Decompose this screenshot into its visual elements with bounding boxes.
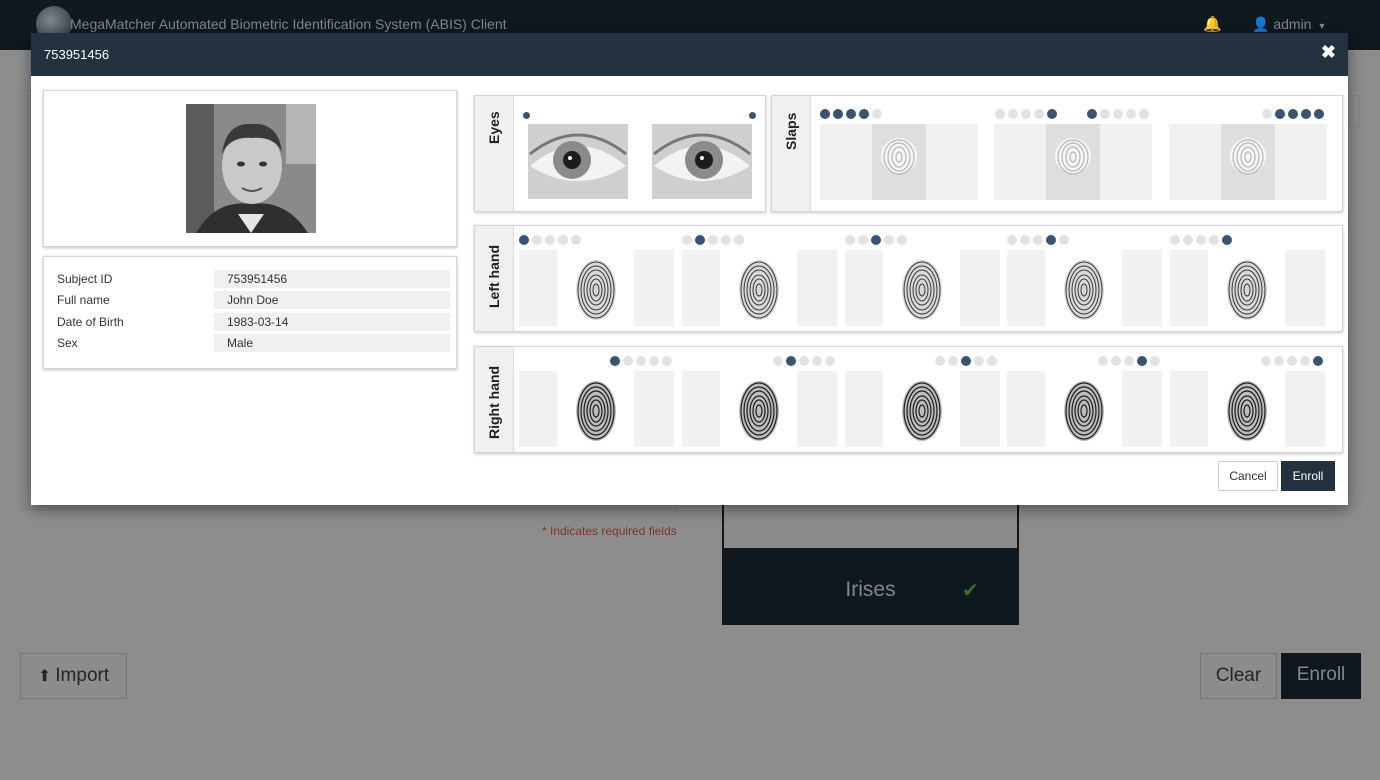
info-row-date-of-birth: Date of Birth 1983-03-14 [44, 312, 456, 332]
fingerprint-icon [1055, 138, 1091, 175]
info-row-sex: Sex Male [44, 333, 456, 353]
right-hand-panel-label: Right hand [475, 347, 514, 452]
left-index-image[interactable] [682, 250, 837, 326]
left-hand-panel-label: Left hand [475, 226, 514, 331]
left-little-image[interactable] [1170, 250, 1325, 326]
required-fields-note: * Indicates required fields [542, 524, 677, 538]
enroll-button[interactable]: Enroll [1281, 461, 1335, 491]
modal-title: 753951456 [44, 47, 110, 62]
right-eye-image[interactable] [652, 124, 752, 199]
fingerprint-icon [902, 381, 942, 441]
info-label: Sex [57, 336, 78, 350]
subject-photo [186, 104, 316, 233]
user-icon: 👤 [1252, 16, 1270, 32]
eye-graphic [652, 124, 752, 199]
eyes-panel-label: Eyes [475, 96, 514, 211]
eyes-label: Eyes [486, 111, 502, 144]
right-index-indicator [773, 356, 835, 366]
fingerprint-icon [902, 260, 942, 320]
slaps-label: Slaps [783, 112, 799, 150]
right-hand-label: Right hand [486, 365, 502, 439]
fingerprint-icon [576, 381, 616, 441]
left-thumb-image[interactable] [519, 250, 674, 326]
left-middle-indicator [845, 235, 907, 245]
bell-icon[interactable]: 🔔 [1203, 15, 1222, 33]
slap-right-indicator [1262, 109, 1324, 119]
slap-thumbs-indicator-a [995, 109, 1057, 119]
user-name: admin [1273, 16, 1312, 32]
right-little-indicator [1261, 356, 1323, 366]
info-label: Subject ID [57, 272, 113, 286]
left-thumb-indicator [519, 235, 581, 245]
fingerprint-icon [1230, 138, 1266, 175]
info-label: Date of Birth [57, 315, 124, 329]
slaps-panel-label: Slaps [772, 96, 811, 211]
cancel-button[interactable]: Cancel [1218, 461, 1278, 491]
left-hand-panel: Left hand [474, 225, 1343, 332]
info-label: Full name [57, 293, 110, 307]
left-eye-image[interactable] [528, 124, 628, 199]
user-menu[interactable]: 👤 admin ▼ [1252, 16, 1326, 33]
left-middle-image[interactable] [845, 250, 1000, 326]
photo-panel [43, 90, 457, 247]
modal-header: 753951456 ✖ [31, 33, 1348, 76]
right-ring-indicator [1098, 356, 1160, 366]
info-value: John Doe [214, 291, 450, 309]
irises-card[interactable]: Irises [722, 500, 1019, 625]
fingerprint-icon [739, 381, 779, 441]
slap-left-indicator [820, 109, 882, 119]
info-value: Male [214, 334, 450, 352]
app-title: MegaMatcher Automated Biometric Identifi… [70, 16, 507, 32]
right-thumb-indicator [610, 356, 672, 366]
enroll-button-background[interactable]: Enroll [1281, 653, 1361, 699]
caret-down-icon: ▼ [1317, 21, 1327, 31]
fingerprint-icon [576, 260, 616, 320]
eyes-panel: Eyes [474, 95, 766, 212]
subject-info-panel: Subject ID 753951456 Full name John Doe … [43, 256, 457, 369]
fingerprint-icon [1227, 381, 1267, 441]
left-ring-indicator [1007, 235, 1069, 245]
info-value: 1983-03-14 [214, 313, 450, 331]
right-thumb-image[interactable] [519, 371, 674, 447]
fingerprint-icon [881, 138, 917, 175]
fingerprint-icon [1064, 260, 1104, 320]
fingerprint-icon [739, 260, 779, 320]
right-ring-image[interactable] [1007, 371, 1162, 447]
import-label: Import [55, 665, 110, 686]
left-little-indicator [1170, 235, 1232, 245]
right-middle-indicator [935, 356, 997, 366]
right-eye-indicator [749, 112, 756, 122]
right-hand-panel: Right hand [474, 346, 1343, 453]
close-icon[interactable]: ✖ [1321, 43, 1336, 61]
slaps-panel: Slaps [771, 95, 1343, 212]
face-image [186, 104, 316, 233]
left-ring-image[interactable] [1007, 250, 1162, 326]
fingerprint-icon [1064, 381, 1104, 441]
info-row-subject-id: Subject ID 753951456 [44, 269, 456, 289]
left-index-indicator [682, 235, 744, 245]
slap-thumbs-image[interactable] [994, 124, 1152, 200]
slap-left-image[interactable] [820, 124, 978, 200]
right-index-image[interactable] [682, 371, 837, 447]
info-value: 753951456 [214, 270, 450, 288]
fingerprint-icon [1227, 260, 1267, 320]
subject-modal: 753951456 ✖ Subject ID 753951456 Full na… [31, 33, 1348, 505]
slap-thumbs-indicator-b [1087, 109, 1149, 119]
upload-icon: ⬆ [37, 668, 52, 685]
right-little-image[interactable] [1170, 371, 1325, 447]
left-hand-label: Left hand [486, 245, 502, 308]
eye-graphic [528, 124, 628, 199]
slap-right-image[interactable] [1169, 124, 1327, 200]
clear-button[interactable]: Clear [1200, 653, 1277, 699]
check-icon: ✔ [962, 580, 979, 602]
left-eye-indicator [523, 112, 530, 122]
irises-card-preview [724, 500, 1017, 548]
right-middle-image[interactable] [845, 371, 1000, 447]
import-button[interactable]: ⬆ Import [20, 653, 127, 699]
info-row-full-name: Full name John Doe [44, 290, 456, 310]
